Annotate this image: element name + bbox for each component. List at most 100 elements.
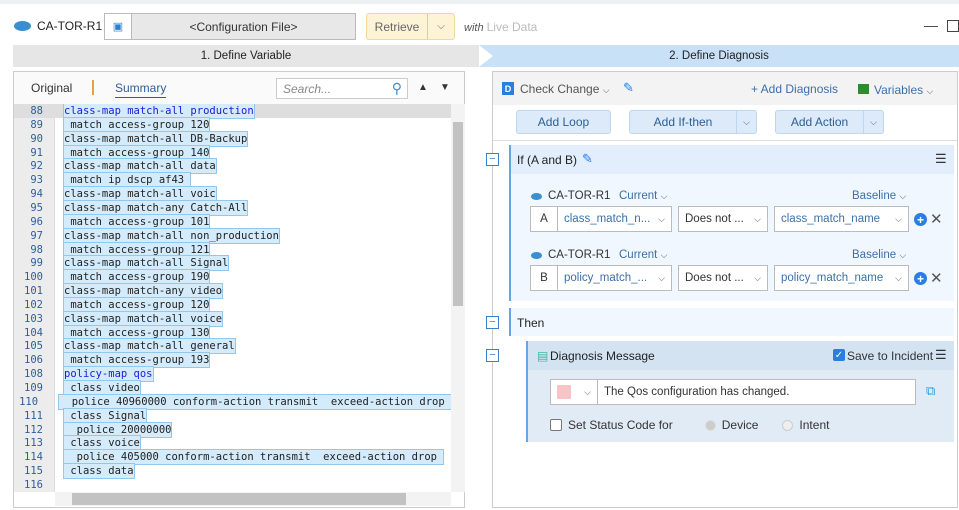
- chevron-down-icon[interactable]: ⌵: [899, 250, 906, 260]
- menu-icon[interactable]: ☰: [935, 151, 947, 167]
- operator-select[interactable]: Does not ... ⌵: [678, 265, 768, 291]
- left-variable[interactable]: policy_match_...: [564, 272, 647, 284]
- save-incident-checkbox[interactable]: ✓: [833, 349, 845, 361]
- chevron-down-icon[interactable]: ⌵: [926, 86, 933, 96]
- message-color-picker[interactable]: ⌵: [550, 379, 598, 405]
- retrieve-button[interactable]: Retrieve ⌵: [366, 13, 455, 40]
- current-label[interactable]: Current: [619, 190, 657, 202]
- chevron-down-icon[interactable]: ⌵: [584, 387, 591, 398]
- line-number: 111: [24, 409, 43, 422]
- intent-radio-label[interactable]: Intent: [799, 418, 829, 432]
- external-link-icon[interactable]: ⧉: [926, 383, 935, 399]
- condition-device: CA-TOR-R1: [548, 249, 611, 261]
- diagnosis-selector[interactable]: Check Change ⌵: [520, 82, 610, 96]
- code-editor[interactable]: 88 class-map match-all production 89 match…: [14, 104, 451, 492]
- color-swatch[interactable]: [557, 385, 571, 399]
- code-line: 104 match access-group 130: [14, 324, 451, 341]
- variables-label[interactable]: Variables: [874, 83, 923, 97]
- code-line: 103 class-map match-all voice: [14, 310, 451, 327]
- operator[interactable]: Does not ...: [685, 213, 744, 225]
- device-radio[interactable]: [704, 419, 716, 431]
- chevron-down-icon[interactable]: ⌵: [658, 214, 665, 225]
- minimize-icon[interactable]: —: [924, 17, 938, 33]
- edit-icon[interactable]: ✎: [582, 151, 593, 167]
- line-text: match access-group 190: [62, 269, 211, 286]
- step-define-variable[interactable]: 1. Define Variable: [13, 45, 479, 67]
- left-variable-select[interactable]: class_match_n... ⌵: [557, 206, 672, 232]
- intent-radio[interactable]: [782, 419, 794, 431]
- right-variable[interactable]: policy_match_name: [781, 272, 883, 284]
- left-variable-select[interactable]: policy_match_... ⌵: [557, 265, 672, 291]
- remove-condition-icon[interactable]: ✕: [930, 269, 943, 287]
- vertical-scrollbar[interactable]: [451, 104, 465, 492]
- message-input[interactable]: The Qos configuration has changed.: [597, 379, 916, 405]
- condition-letter: B: [530, 265, 558, 291]
- tab-original[interactable]: Original: [31, 81, 72, 95]
- add-condition-icon[interactable]: +: [914, 213, 927, 227]
- edit-icon[interactable]: ✎: [623, 80, 634, 96]
- scroll-thumb[interactable]: [72, 493, 406, 505]
- operator-select[interactable]: Does not ... ⌵: [678, 206, 768, 232]
- add-action-label[interactable]: Add Action: [776, 111, 863, 133]
- current-selector[interactable]: Current ⌵: [619, 249, 667, 261]
- set-status-label[interactable]: Set Status Code for: [568, 418, 673, 432]
- line-text: class-map match-all voice: [62, 310, 224, 327]
- config-file-icon[interactable]: ▣: [104, 13, 132, 40]
- left-variable[interactable]: class_match_n...: [564, 213, 650, 225]
- right-variable[interactable]: class_match_name: [781, 213, 880, 225]
- prev-match-icon[interactable]: ▲: [418, 82, 428, 93]
- diagnosis-name[interactable]: Check Change: [520, 82, 599, 96]
- next-match-icon[interactable]: ▼: [440, 82, 450, 93]
- baseline-selector[interactable]: Baseline ⌵: [852, 190, 906, 202]
- add-ifthen-button[interactable]: Add If-then ⌵: [629, 110, 757, 134]
- search-icon[interactable]: ⚲: [392, 80, 402, 97]
- chevron-down-icon[interactable]: ⌵: [754, 273, 761, 284]
- chevron-down-icon[interactable]: ⌵: [661, 250, 668, 260]
- chevron-down-icon[interactable]: ⌵: [895, 214, 902, 225]
- horizontal-scrollbar[interactable]: [55, 492, 451, 506]
- baseline-selector[interactable]: Baseline ⌵: [852, 249, 906, 261]
- step-define-diagnosis[interactable]: 2. Define Diagnosis: [479, 45, 959, 67]
- chevron-down-icon[interactable]: ⌵: [754, 214, 761, 225]
- chevron-down-icon[interactable]: ⌵: [603, 85, 610, 95]
- right-variable-select[interactable]: policy_match_name ⌵: [774, 265, 909, 291]
- device-radio-label[interactable]: Device: [722, 418, 759, 432]
- baseline-label[interactable]: Baseline: [852, 190, 896, 202]
- chevron-down-icon[interactable]: ⌵: [428, 14, 454, 39]
- baseline-label[interactable]: Baseline: [852, 249, 896, 261]
- current-selector[interactable]: Current ⌵: [619, 190, 667, 202]
- chevron-down-icon[interactable]: ⌵: [895, 273, 902, 284]
- live-data-link[interactable]: Live Data: [487, 20, 538, 34]
- with-live-data[interactable]: with Live Data: [464, 20, 537, 34]
- chevron-down-icon[interactable]: ⌵: [661, 191, 668, 201]
- tab-summary[interactable]: Summary: [115, 81, 167, 98]
- add-action-button[interactable]: Add Action ⌵: [775, 110, 884, 134]
- add-condition-icon[interactable]: +: [914, 272, 927, 286]
- collapse-icon[interactable]: −: [486, 153, 499, 166]
- chevron-down-icon[interactable]: ⌵: [899, 191, 906, 201]
- scroll-thumb[interactable]: [453, 122, 463, 306]
- add-diagnosis-button[interactable]: + Add Diagnosis: [751, 82, 838, 96]
- save-incident-label[interactable]: Save to Incident: [847, 349, 933, 363]
- current-label[interactable]: Current: [619, 249, 657, 261]
- collapse-icon[interactable]: −: [486, 349, 499, 362]
- line-number: 99: [30, 257, 43, 270]
- set-status-checkbox[interactable]: [550, 419, 562, 431]
- collapse-icon[interactable]: −: [486, 316, 499, 329]
- chevron-down-icon[interactable]: ⌵: [863, 111, 883, 133]
- maximize-icon[interactable]: [947, 20, 959, 32]
- add-loop-button[interactable]: Add Loop: [516, 110, 611, 134]
- retrieve-label[interactable]: Retrieve: [367, 14, 428, 39]
- remove-condition-icon[interactable]: ✕: [930, 210, 943, 228]
- line-text: police 20000000: [62, 421, 173, 438]
- chevron-down-icon[interactable]: ⌵: [736, 111, 756, 133]
- chevron-down-icon[interactable]: ⌵: [658, 273, 665, 284]
- add-ifthen-label[interactable]: Add If-then: [630, 111, 736, 133]
- config-file-selector[interactable]: <Configuration File>: [131, 13, 356, 40]
- operator[interactable]: Does not ...: [685, 272, 744, 284]
- add-loop-label[interactable]: Add Loop: [517, 111, 610, 133]
- right-variable-select[interactable]: class_match_name ⌵: [774, 206, 909, 232]
- variables-menu[interactable]: Variables ⌵: [874, 83, 933, 97]
- menu-icon[interactable]: ☰: [935, 347, 947, 363]
- search-input[interactable]: Search... ⚲: [276, 78, 408, 99]
